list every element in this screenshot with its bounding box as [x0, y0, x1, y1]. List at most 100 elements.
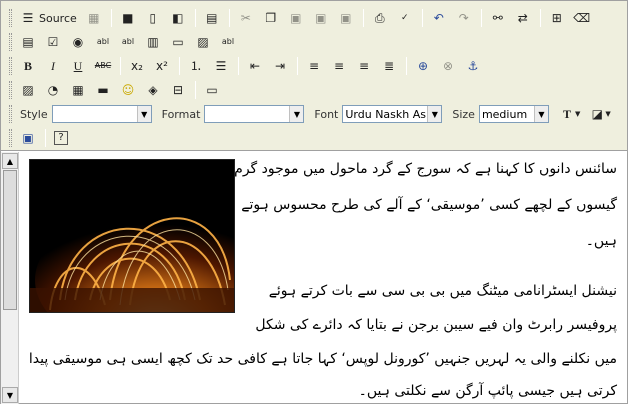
paste-text-button[interactable]: ▣ [309, 8, 333, 28]
checkbox-button[interactable]: ☑ [41, 32, 65, 52]
source-icon: ☰ [22, 11, 34, 25]
save-button[interactable]: ■ [116, 8, 140, 28]
replace-icon: ⇄ [517, 11, 528, 25]
button-tool[interactable]: ▭ [166, 32, 190, 52]
editor-toolbar: ☰ Source ▦ ■ ▯ ◧ ▤ ✂ ❐ ▣ ▣ ▣ ⎙ ✓ ↶ ↷ ⚯ ⇄ [1, 1, 627, 151]
about-button[interactable]: ? [50, 128, 72, 148]
subscript-button[interactable]: x₂ [125, 56, 149, 76]
separator [228, 9, 230, 27]
table-icon: ▦ [72, 83, 84, 97]
strikethrough-button[interactable]: ABC [91, 56, 115, 76]
align-left-button[interactable]: ≡ [302, 56, 326, 76]
vertical-scrollbar[interactable]: ▲ ▼ [1, 152, 19, 404]
separator [110, 9, 112, 27]
remove-format-button[interactable]: ⌫ [570, 8, 594, 28]
save-template-button[interactable]: ▦ [82, 8, 106, 28]
scroll-down-icon[interactable]: ▼ [2, 387, 18, 403]
toolbar-grip[interactable] [9, 81, 12, 99]
align-justify-icon: ≣ [383, 59, 395, 73]
paste-button[interactable]: ▣ [284, 8, 308, 28]
preview-button[interactable]: ◧ [166, 8, 190, 28]
toolbar-grip[interactable] [9, 9, 12, 27]
page-break-button[interactable]: ⊟ [166, 80, 190, 100]
superscript-icon: x² [156, 59, 168, 73]
copy-icon: ❐ [265, 11, 277, 25]
toolbar-grip[interactable] [9, 57, 12, 75]
image-button[interactable]: ▨ [16, 80, 40, 100]
style-label: Style [20, 107, 48, 121]
horizontal-rule-button[interactable]: ▬ [91, 80, 115, 100]
strikethrough-icon: ABC [94, 61, 112, 70]
align-center-button[interactable]: ≡ [327, 56, 351, 76]
select-field-icon: ▥ [147, 35, 159, 49]
text-color-button[interactable]: T ▼ [555, 104, 584, 124]
format-select[interactable]: ▼ [204, 105, 305, 123]
toolbar-grip[interactable] [9, 129, 12, 147]
italic-icon: I [51, 59, 55, 73]
show-blocks-button[interactable]: ▭ [200, 80, 224, 100]
bg-color-button[interactable]: ◪ ▼ [585, 104, 614, 124]
scrollbar-thumb[interactable] [3, 170, 17, 310]
radio-button-tool[interactable]: ◉ [66, 32, 90, 52]
underline-button[interactable]: U [66, 56, 90, 76]
align-justify-button[interactable]: ≣ [377, 56, 401, 76]
bold-button[interactable]: B [16, 56, 40, 76]
replace-button[interactable]: ⇄ [511, 8, 535, 28]
superscript-button[interactable]: x² [150, 56, 174, 76]
align-right-button[interactable]: ≡ [352, 56, 376, 76]
find-button[interactable]: ⚯ [486, 8, 510, 28]
paste-word-button[interactable]: ▣ [334, 8, 358, 28]
text-field-button[interactable]: abl [91, 32, 115, 52]
new-page-button[interactable]: ▯ [141, 8, 165, 28]
templates-button[interactable]: ▤ [200, 8, 224, 28]
link-button[interactable]: ⊕ [411, 56, 435, 76]
font-select[interactable]: Urdu Naskh As... ▼ [342, 105, 443, 123]
spellcheck-button[interactable]: ✓ [393, 8, 417, 28]
redo-button[interactable]: ↷ [452, 8, 476, 28]
link-icon: ⊕ [417, 59, 429, 73]
show-blocks-icon: ▭ [206, 83, 218, 97]
font-label: Font [314, 107, 339, 121]
separator [194, 9, 196, 27]
scroll-up-icon[interactable]: ▲ [2, 153, 18, 169]
cut-button[interactable]: ✂ [234, 8, 258, 28]
undo-button[interactable]: ↶ [427, 8, 451, 28]
textarea-button[interactable]: abl [116, 32, 140, 52]
editor-content-area[interactable]: سائنس دانوں کا کہنا ہے کہ سورج کے گرد ما… [21, 153, 625, 403]
outdent-button[interactable]: ⇤ [243, 56, 267, 76]
toolbar-grip[interactable] [9, 33, 12, 51]
table-button[interactable]: ▦ [66, 80, 90, 100]
hidden-field-button[interactable]: abl [216, 32, 240, 52]
smiley-button[interactable]: ☺ [116, 80, 140, 100]
select-field-button[interactable]: ▥ [141, 32, 165, 52]
spellcheck-icon: ✓ [401, 13, 409, 23]
unlink-button[interactable]: ⊗ [436, 56, 460, 76]
form-button[interactable]: ▤ [16, 32, 40, 52]
image-button-tool[interactable]: ▨ [191, 32, 215, 52]
style-select[interactable]: ▼ [51, 105, 152, 123]
print-button[interactable]: ⎙ [368, 8, 392, 28]
anchor-button[interactable]: ⚓ [461, 56, 485, 76]
chevron-down-icon: ▼ [605, 110, 611, 118]
form-icon: ▤ [22, 35, 34, 49]
special-char-button[interactable]: ◈ [141, 80, 165, 100]
size-select[interactable]: medium ▼ [478, 105, 549, 123]
copy-button[interactable]: ❐ [259, 8, 283, 28]
flash-icon: ◔ [47, 83, 59, 97]
numbered-list-button[interactable]: ⒈ [184, 56, 208, 76]
toolbar-grip[interactable] [9, 105, 12, 123]
eraser-icon: ⌫ [573, 11, 591, 25]
undo-icon: ↶ [433, 11, 444, 25]
paragraph-line: ہیں۔ [585, 233, 617, 249]
button-icon: ▭ [172, 35, 184, 49]
maximize-button[interactable]: ▣ [16, 128, 40, 148]
chevron-down-icon: ▼ [533, 106, 548, 122]
source-button[interactable]: ☰ Source [16, 8, 81, 28]
bulleted-list-button[interactable]: ☰ [209, 56, 233, 76]
italic-button[interactable]: I [41, 56, 65, 76]
page-break-icon: ⊟ [172, 83, 184, 97]
horizontal-rule-icon: ▬ [97, 83, 109, 97]
indent-button[interactable]: ⇥ [268, 56, 292, 76]
flash-button[interactable]: ◔ [41, 80, 65, 100]
select-all-button[interactable]: ⊞ [545, 8, 569, 28]
